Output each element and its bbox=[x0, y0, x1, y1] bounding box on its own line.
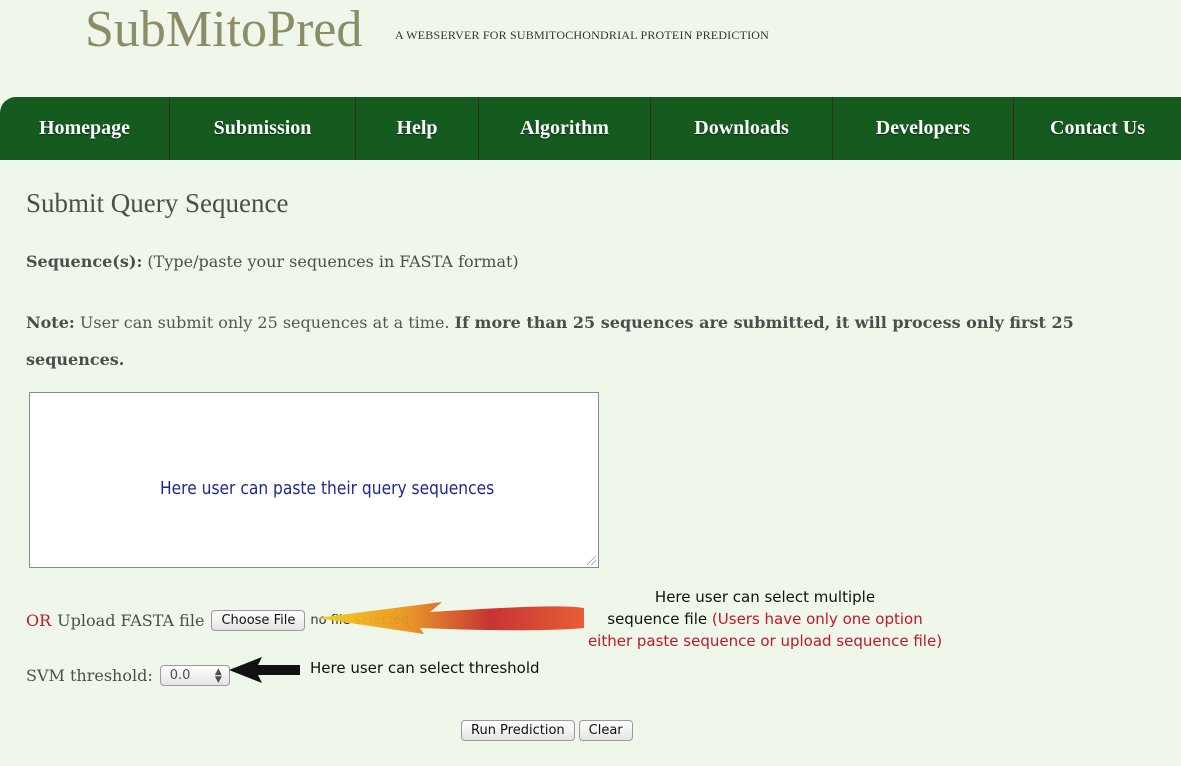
nav-item-homepage[interactable]: Homepage bbox=[0, 97, 170, 160]
upload-label: Upload FASTA file bbox=[57, 611, 205, 630]
upload-annotation-line2: sequence file bbox=[607, 610, 712, 628]
sequence-label: Sequence(s): bbox=[26, 252, 143, 271]
threshold-annotation: Here user can select threshold bbox=[310, 659, 540, 677]
resize-grip-icon[interactable] bbox=[587, 556, 596, 565]
upload-row: OR Upload FASTA file Choose File no file… bbox=[26, 610, 409, 631]
svm-threshold-select[interactable]: 0.0 ▲ ▼ bbox=[159, 665, 230, 686]
sequence-instruction: Sequence(s): (Type/paste your sequences … bbox=[26, 252, 519, 271]
no-file-text: no file selected bbox=[310, 613, 410, 628]
upload-annotation-line1: Here user can select multiple bbox=[654, 588, 876, 606]
site-logo: SubMitoPred bbox=[85, 1, 363, 58]
nav-item-submission[interactable]: Submission bbox=[170, 97, 356, 160]
nav-item-downloads[interactable]: Downloads bbox=[651, 97, 833, 160]
action-buttons: Run Prediction Clear bbox=[461, 720, 633, 741]
note-body: User can submit only 25 sequences at a t… bbox=[74, 313, 455, 332]
run-prediction-button[interactable]: Run Prediction bbox=[461, 720, 575, 741]
page-title: Submit Query Sequence bbox=[26, 188, 289, 218]
or-label: OR bbox=[26, 611, 52, 630]
textarea-annotation: Here user can paste their query sequence… bbox=[160, 478, 495, 499]
svm-row: SVM threshold: 0.0 ▲ ▼ bbox=[26, 665, 230, 686]
svm-threshold-value: 0.0 bbox=[169, 668, 191, 683]
threshold-arrow-icon bbox=[229, 657, 300, 683]
upload-annotation: Here user can select multiple sequence f… bbox=[585, 586, 945, 652]
svm-label: SVM threshold: bbox=[26, 666, 153, 685]
select-arrows-icon: ▲ ▼ bbox=[214, 666, 222, 685]
nav-item-developers[interactable]: Developers bbox=[833, 97, 1014, 160]
note-text: Note: User can submit only 25 sequences … bbox=[26, 304, 1106, 378]
site-tagline: A WEBSERVER FOR SUBMITOCHONDRIAL PROTEIN… bbox=[395, 28, 770, 42]
note-label: Note: bbox=[26, 313, 75, 332]
clear-button[interactable]: Clear bbox=[578, 720, 633, 741]
nav-item-help[interactable]: Help bbox=[356, 97, 479, 160]
choose-file-button[interactable]: Choose File bbox=[211, 610, 306, 631]
sequence-hint: (Type/paste your sequences in FASTA form… bbox=[142, 252, 519, 271]
main-nav: Homepage Submission Help Algorithm Downl… bbox=[0, 97, 1181, 160]
nav-item-contact-us[interactable]: Contact Us bbox=[1014, 97, 1181, 160]
nav-item-algorithm[interactable]: Algorithm bbox=[479, 97, 651, 160]
